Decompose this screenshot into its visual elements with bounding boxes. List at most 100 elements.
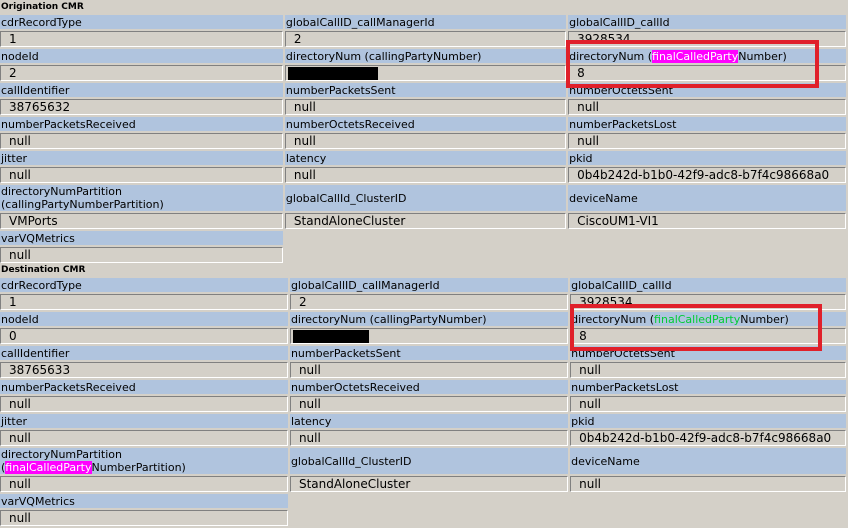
- table-row: cdrRecordType globalCallID_callManagerId…: [0, 278, 846, 292]
- table-row: numberPacketsReceived numberOctetsReceiv…: [0, 117, 846, 131]
- field-label: latency: [289, 414, 569, 428]
- field-value: 2: [284, 31, 567, 47]
- field-label: globalCallId_ClusterID: [284, 185, 567, 211]
- empty-cell: [284, 247, 567, 263]
- field-value: 2: [289, 294, 569, 310]
- field-label: numberPacketsReceived: [0, 117, 283, 131]
- field-value: StandAloneCluster: [289, 476, 569, 492]
- field-value: 1: [0, 294, 288, 310]
- field-value: null: [289, 430, 569, 446]
- label-suffix: NumberPartition): [91, 461, 186, 474]
- field-label: deviceName: [570, 448, 846, 474]
- field-label: numberPacketsSent: [289, 346, 569, 360]
- highlighted-term: finalCalledParty: [5, 461, 92, 474]
- redacted-value: [284, 65, 567, 81]
- field-label: numberPacketsSent: [284, 83, 567, 97]
- field-label: directoryNum (callingPartyNumber): [284, 49, 567, 63]
- field-value: null: [0, 396, 288, 412]
- field-label: numberOctetsReceived: [289, 380, 569, 394]
- annotation-box-origination: [566, 40, 819, 88]
- field-value: null: [570, 362, 846, 378]
- field-label: deviceName: [568, 185, 846, 211]
- field-label: numberPacketsReceived: [0, 380, 288, 394]
- field-value: CiscoUM1-VI1: [568, 213, 846, 229]
- field-value: 0b4b242d-b1b0-42f9-adc8-b7f4c98668a0: [570, 430, 846, 446]
- field-label: cdrRecordType: [0, 15, 283, 29]
- field-label: nodeId: [0, 312, 288, 326]
- table-row: null null null: [0, 133, 846, 149]
- field-value: 0b4b242d-b1b0-42f9-adc8-b7f4c98668a0: [568, 167, 846, 183]
- table-row: null null 0b4b242d-b1b0-42f9-adc8-b7f4c9…: [0, 430, 846, 446]
- field-value: null: [568, 99, 846, 115]
- table-row: 38765632 null null: [0, 99, 846, 115]
- field-value: 2: [0, 65, 283, 81]
- field-label: jitter: [0, 151, 283, 165]
- field-label: nodeId: [0, 49, 283, 63]
- field-label: globalCallID_callManagerId: [284, 15, 567, 29]
- field-label: latency: [284, 151, 567, 165]
- field-label: globalCallID_callId: [570, 278, 846, 292]
- table-row: varVQMetrics: [0, 494, 846, 508]
- table-row: cdrRecordType globalCallID_callManagerId…: [0, 15, 846, 29]
- label-line: directoryNumPartition: [1, 448, 122, 461]
- redaction-bar: [287, 67, 378, 80]
- field-value: StandAloneCluster: [284, 213, 567, 229]
- field-value: 38765633: [0, 362, 288, 378]
- field-value: 1: [0, 31, 283, 47]
- field-value: null: [289, 396, 569, 412]
- field-value: null: [570, 476, 846, 492]
- table-row: directoryNumPartition (finalCalledPartyNu…: [0, 448, 846, 474]
- partition-label: directoryNumPartition (finalCalledPartyNu…: [0, 448, 288, 474]
- field-value: 38765632: [0, 99, 283, 115]
- field-label: cdrRecordType: [0, 278, 288, 292]
- field-value: null: [0, 510, 288, 526]
- table-row: null null null: [0, 396, 846, 412]
- field-value: 0: [0, 328, 288, 344]
- field-label: callIdentifier: [0, 346, 288, 360]
- field-value: null: [284, 99, 567, 115]
- empty-cell: [568, 231, 846, 245]
- field-label: jitter: [0, 414, 288, 428]
- field-label: numberPacketsLost: [570, 380, 846, 394]
- table-row: jitter latency pkid: [0, 151, 846, 165]
- empty-cell: [570, 510, 846, 526]
- empty-cell: [289, 510, 569, 526]
- table-row: null: [0, 247, 846, 263]
- field-value: null: [570, 396, 846, 412]
- field-label: callIdentifier: [0, 83, 283, 97]
- table-row: VMPorts StandAloneCluster CiscoUM1-VI1: [0, 213, 846, 229]
- field-label: globalCallID_callId: [568, 15, 846, 29]
- label-line: directoryNumPartition: [1, 185, 122, 198]
- partition-label: directoryNumPartition (callingPartyNumber…: [0, 185, 283, 211]
- field-label: numberPacketsLost: [568, 117, 846, 131]
- redaction-bar: [292, 330, 369, 343]
- empty-cell: [289, 494, 569, 508]
- field-value: null: [0, 430, 288, 446]
- table-row: jitter latency pkid: [0, 414, 846, 428]
- field-label: pkid: [568, 151, 846, 165]
- empty-cell: [570, 494, 846, 508]
- field-value: VMPorts: [0, 213, 283, 229]
- field-label: varVQMetrics: [0, 231, 283, 245]
- field-label: globalCallId_ClusterID: [289, 448, 569, 474]
- field-value: null: [0, 476, 288, 492]
- table-row: 38765633 null null: [0, 362, 846, 378]
- table-row: null: [0, 510, 846, 526]
- empty-cell: [568, 247, 846, 263]
- annotation-box-destination: [570, 304, 822, 351]
- field-value: null: [289, 362, 569, 378]
- table-row: null null 0b4b242d-b1b0-42f9-adc8-b7f4c9…: [0, 167, 846, 183]
- field-label: pkid: [570, 414, 846, 428]
- field-value: null: [284, 133, 567, 149]
- field-label: directoryNum (callingPartyNumber): [289, 312, 569, 326]
- redacted-value: [289, 328, 569, 344]
- field-label: numberOctetsReceived: [284, 117, 567, 131]
- field-value: null: [0, 133, 283, 149]
- field-value: null: [568, 133, 846, 149]
- field-value: null: [0, 167, 283, 183]
- field-value: null: [0, 247, 283, 263]
- label-line: (callingPartyNumberPartition): [1, 198, 164, 211]
- field-label: globalCallID_callManagerId: [289, 278, 569, 292]
- field-label: varVQMetrics: [0, 494, 288, 508]
- table-row: varVQMetrics: [0, 231, 846, 245]
